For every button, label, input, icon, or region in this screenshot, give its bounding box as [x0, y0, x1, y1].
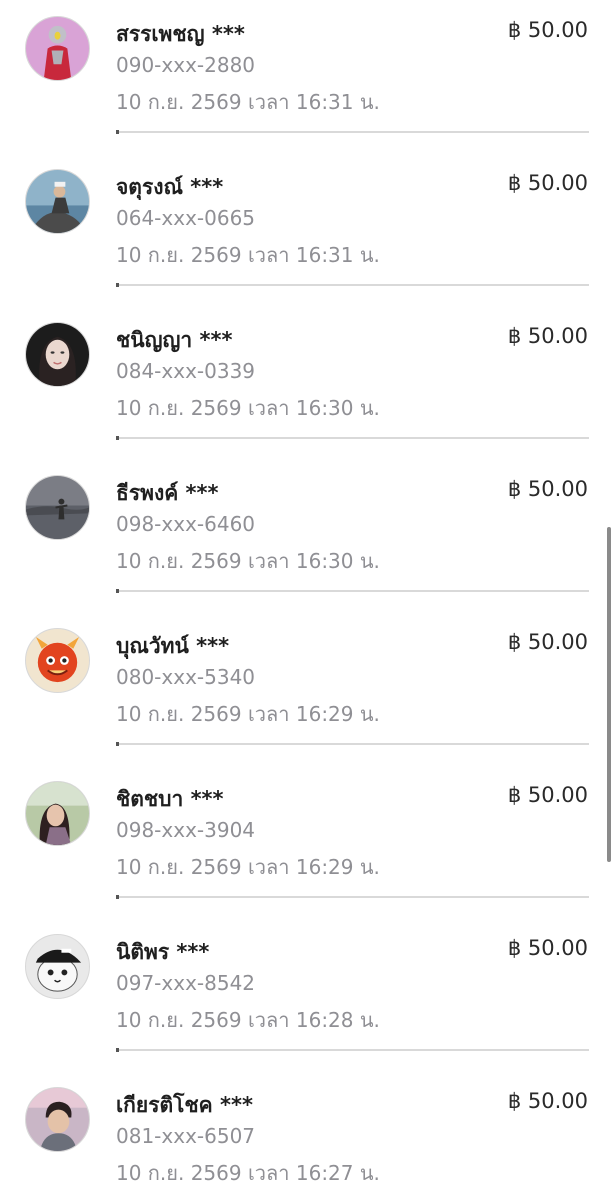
sender-name: ธีรพงค์ *** — [116, 481, 219, 505]
transaction-time: 10 ก.ย. 2569 เวลา 16:29 น. — [116, 702, 380, 726]
transaction-amount: ฿ 50.00 — [507, 1089, 588, 1113]
transaction-row[interactable]: เกียรติโชค *** 081-xxx-6507 10 ก.ย. 2569… — [0, 1051, 614, 1200]
transaction-time: 10 ก.ย. 2569 เวลา 16:28 น. — [116, 1008, 380, 1032]
cat-with-cap-avatar-icon — [25, 934, 90, 999]
sender-phone: 098-xxx-3904 — [116, 818, 256, 842]
transaction-row[interactable]: บุณวัทน์ *** 080-xxx-5340 10 ก.ย. 2569 เ… — [0, 592, 614, 746]
sender-name: ชนิญญา *** — [116, 328, 233, 352]
transaction-time: 10 ก.ย. 2569 เวลา 16:31 น. — [116, 243, 380, 267]
transaction-list: สรรเพชญ *** 090-xxx-2880 10 ก.ย. 2569 เว… — [0, 0, 614, 1200]
transaction-amount: ฿ 50.00 — [507, 324, 588, 348]
sender-phone: 064-xxx-0665 — [116, 206, 256, 230]
sender-name: ชิตชบา *** — [116, 787, 224, 811]
sender-name: จตุรงณ์ *** — [116, 175, 224, 199]
woman-outdoor-avatar-icon — [25, 781, 90, 846]
person-on-rocks-avatar-icon — [25, 169, 90, 234]
sender-phone: 098-xxx-6460 — [116, 512, 256, 536]
transaction-row[interactable]: นิติพร *** 097-xxx-8542 10 ก.ย. 2569 เวล… — [0, 898, 614, 1052]
transaction-amount: ฿ 50.00 — [507, 171, 588, 195]
boy-portrait-avatar-icon — [25, 1087, 90, 1152]
transaction-amount: ฿ 50.00 — [507, 630, 588, 654]
transaction-time: 10 ก.ย. 2569 เวลา 16:29 น. — [116, 855, 380, 879]
transaction-row[interactable]: ชนิญญา *** 084-xxx-0339 10 ก.ย. 2569 เวล… — [0, 286, 614, 440]
transaction-row[interactable]: สรรเพชญ *** 090-xxx-2880 10 ก.ย. 2569 เว… — [0, 0, 614, 134]
sender-phone: 084-xxx-0339 — [116, 359, 256, 383]
sender-phone: 081-xxx-6507 — [116, 1124, 256, 1148]
transaction-row[interactable]: จตุรงณ์ *** 064-xxx-0665 10 ก.ย. 2569 เว… — [0, 133, 614, 287]
woman-portrait-avatar-icon — [25, 322, 90, 387]
sender-name: นิติพร *** — [116, 940, 210, 964]
sender-name: เกียรติโชค *** — [116, 1093, 253, 1117]
transaction-time: 10 ก.ย. 2569 เวลา 16:31 น. — [116, 90, 380, 114]
sender-name: สรรเพชญ *** — [116, 22, 245, 46]
transaction-amount: ฿ 50.00 — [507, 477, 588, 501]
sender-phone: 090-xxx-2880 — [116, 53, 256, 77]
person-at-beach-avatar-icon — [25, 475, 90, 540]
transaction-row[interactable]: ชิตชบา *** 098-xxx-3904 10 ก.ย. 2569 เวล… — [0, 745, 614, 899]
transaction-amount: ฿ 50.00 — [507, 783, 588, 807]
transaction-amount: ฿ 50.00 — [507, 936, 588, 960]
transaction-time: 10 ก.ย. 2569 เวลา 16:30 น. — [116, 549, 380, 573]
sender-phone: 097-xxx-8542 — [116, 971, 256, 995]
transaction-time: 10 ก.ย. 2569 เวลา 16:27 น. — [116, 1161, 380, 1185]
sender-phone: 080-xxx-5340 — [116, 665, 256, 689]
vertical-scrollbar[interactable] — [607, 527, 611, 862]
transaction-amount: ฿ 50.00 — [507, 18, 588, 42]
red-dragon-avatar-icon — [25, 628, 90, 693]
transaction-row[interactable]: ธีรพงค์ *** 098-xxx-6460 10 ก.ย. 2569 เว… — [0, 439, 614, 593]
transaction-screen: สรรเพชญ *** 090-xxx-2880 10 ก.ย. 2569 เว… — [0, 0, 614, 1200]
sender-name: บุณวัทน์ *** — [116, 634, 230, 658]
superhero-avatar-icon — [25, 16, 90, 81]
transaction-time: 10 ก.ย. 2569 เวลา 16:30 น. — [116, 396, 380, 420]
